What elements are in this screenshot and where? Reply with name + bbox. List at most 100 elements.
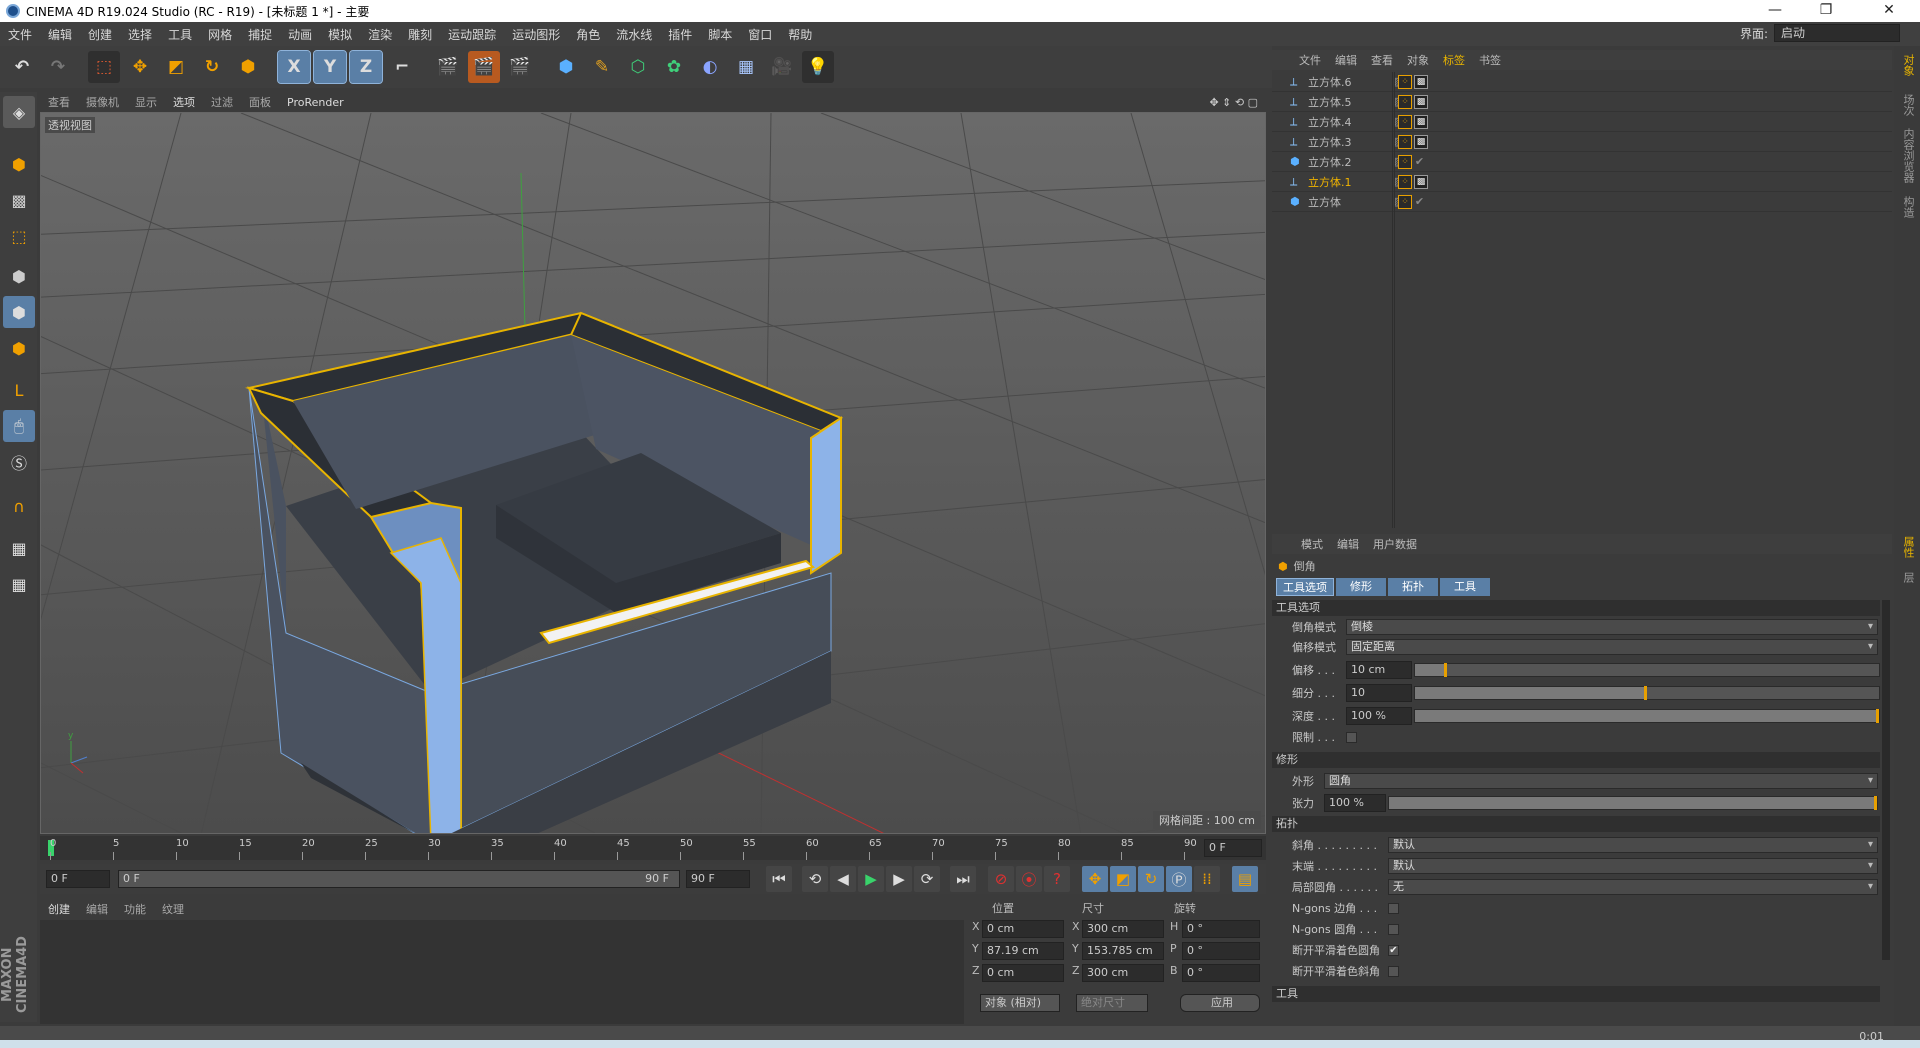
prev-key-icon[interactable]: ⟲ (802, 866, 828, 892)
rotate-icon[interactable]: ↻ (196, 51, 228, 83)
record-active-icon[interactable]: ⊘ (988, 866, 1014, 892)
move-icon[interactable]: ✥ (124, 51, 156, 83)
key-parameter-icon[interactable]: Ⓟ (1166, 866, 1192, 892)
coord-size-field[interactable]: 300 cm (1082, 920, 1164, 938)
subdivision-surface-icon[interactable]: ⬡ (622, 51, 654, 83)
menu-file[interactable]: 文件 (0, 26, 40, 43)
object-row[interactable]: ⟂立方体.5▨ ⁚⁘▩ (1272, 92, 1892, 112)
recent-tool-icon[interactable]: ⬢ (232, 51, 264, 83)
texture-tag-icon[interactable]: ▩ (1414, 74, 1428, 89)
menu-snap[interactable]: 捕捉 (240, 26, 280, 43)
object-name[interactable]: 立方体.3 (1308, 134, 1388, 150)
key-scale-icon[interactable]: ◩ (1110, 866, 1136, 892)
coord-position-field[interactable]: 0 cm (982, 920, 1064, 938)
maximize-button[interactable]: ❐ (1803, 0, 1849, 22)
viewport-menu-cameras[interactable]: 摄像机 (78, 94, 127, 110)
object-name[interactable]: 立方体 (1308, 194, 1388, 210)
material-tag-icon[interactable]: ⁘ (1398, 74, 1412, 89)
y-axis-lock-button[interactable]: Y (313, 50, 347, 84)
tab-objects[interactable]: 对象 (1898, 54, 1916, 76)
menu-pipeline[interactable]: 流水线 (608, 26, 660, 43)
objmenu-file[interactable]: 文件 (1292, 52, 1328, 68)
z-axis-lock-button[interactable]: Z (349, 50, 383, 84)
tension-slider[interactable] (1388, 796, 1878, 810)
coord-rotation-field[interactable]: 0 ° (1182, 942, 1260, 960)
play-icon[interactable]: ▶ (858, 866, 884, 892)
objmenu-tags[interactable]: 标签 (1436, 52, 1472, 68)
end-select[interactable]: 默认 (1388, 858, 1878, 874)
ngon-corner-checkbox[interactable] (1388, 902, 1399, 914)
tab-takes[interactable]: 场次 (1898, 94, 1916, 116)
menu-help[interactable]: 帮助 (780, 26, 820, 43)
menu-simulate[interactable]: 模拟 (320, 26, 360, 43)
render-picture-viewer-icon[interactable]: 🎬 (468, 51, 500, 83)
texture-tag-icon[interactable]: ▩ (1414, 174, 1428, 189)
attrmenu-userdata[interactable]: 用户数据 (1366, 536, 1424, 552)
material-menu-edit[interactable]: 编辑 (78, 901, 116, 917)
menu-window[interactable]: 窗口 (740, 26, 780, 43)
object-name[interactable]: 立方体.4 (1308, 114, 1388, 130)
tab-attributes[interactable]: 属性 (1898, 536, 1916, 558)
material-list[interactable] (40, 920, 964, 1024)
viewport-menu-panel[interactable]: 面板 (241, 94, 279, 110)
render-settings-icon[interactable]: 🎬 (504, 51, 536, 83)
objmenu-objects[interactable]: 对象 (1400, 52, 1436, 68)
material-tag-icon[interactable]: ⁘ (1398, 154, 1412, 169)
object-row[interactable]: ⟂立方体.4▨ ⁚⁘▩ (1272, 112, 1892, 132)
menu-edit[interactable]: 编辑 (40, 26, 80, 43)
object-name[interactable]: 立方体.2 (1308, 154, 1388, 170)
bevel-mode-select[interactable]: 倒棱 (1346, 619, 1878, 635)
material-tag-icon[interactable]: ⁘ (1398, 94, 1412, 109)
camera-icon[interactable]: 🎥 (766, 51, 798, 83)
objmenu-bookmarks[interactable]: 书签 (1472, 52, 1508, 68)
menu-mesh[interactable]: 网格 (200, 26, 240, 43)
tab-tool-options[interactable]: 工具选项 (1276, 578, 1334, 596)
cloner-icon[interactable]: ✿ (658, 51, 690, 83)
miter-select[interactable]: 默认 (1388, 837, 1878, 853)
coord-size-field[interactable]: 300 cm (1082, 964, 1164, 982)
coord-position-field[interactable]: 0 cm (982, 964, 1064, 982)
live-selection-icon[interactable]: ⬚ (88, 51, 120, 83)
texture-mode-icon[interactable]: ▩ (3, 184, 35, 216)
workplane-align-icon[interactable]: ▦ (3, 568, 35, 600)
attrmenu-edit[interactable]: 编辑 (1330, 536, 1366, 552)
deformer-icon[interactable]: ◐ (694, 51, 726, 83)
menu-tools[interactable]: 工具 (160, 26, 200, 43)
autokey-icon[interactable]: ⦿ (1016, 866, 1042, 892)
timeline[interactable]: 0 5 10 15 20 25 30 35 40 45 50 55 60 65 70 75 80 85 90 0 F (40, 836, 1266, 860)
coordinate-system-icon[interactable]: ⌐ (386, 51, 418, 83)
viewport-menu-view[interactable]: 查看 (40, 94, 78, 110)
prev-frame-icon[interactable]: ◀ (830, 866, 856, 892)
tab-shaping[interactable]: 修形 (1336, 578, 1386, 596)
close-button[interactable]: ✕ (1866, 0, 1912, 22)
break-phong-round-checkbox[interactable]: ✔ (1388, 944, 1399, 956)
viewport-menu-options[interactable]: 选项 (165, 94, 203, 110)
coord-position-field[interactable]: 87.19 cm (982, 942, 1064, 960)
model-mode-icon[interactable]: ⬢ (3, 148, 35, 180)
axis-mode-icon[interactable]: L (3, 374, 35, 406)
key-rotation-icon[interactable]: ↻ (1138, 866, 1164, 892)
texture-tag-icon[interactable]: ▩ (1414, 94, 1428, 109)
depth-slider[interactable] (1414, 709, 1880, 723)
redo-icon[interactable]: ↷ (42, 51, 74, 83)
key-pla-icon[interactable]: ⁞⁞ (1194, 866, 1220, 892)
shape-select[interactable]: 圆角 (1324, 773, 1878, 789)
material-tag-icon[interactable]: ⁘ (1398, 194, 1412, 209)
make-editable-icon[interactable]: ◈ (3, 96, 35, 128)
snap-icon[interactable]: ∩ (3, 490, 35, 522)
menu-plugins[interactable]: 插件 (660, 26, 700, 43)
frame-range-slider[interactable]: 0 F 90 F (118, 870, 680, 888)
material-menu-create[interactable]: 创建 (40, 901, 78, 917)
coord-rotation-field[interactable]: 0 ° (1182, 964, 1260, 982)
offset-mode-select[interactable]: 固定距离 (1346, 639, 1878, 655)
tweak-mode-icon[interactable]: 🖱 (3, 410, 35, 442)
material-menu-function[interactable]: 功能 (116, 901, 154, 917)
coord-rotation-field[interactable]: 0 ° (1182, 920, 1260, 938)
key-position-icon[interactable]: ✥ (1082, 866, 1108, 892)
menu-script[interactable]: 脚本 (700, 26, 740, 43)
material-tag-icon[interactable]: ⁘ (1398, 134, 1412, 149)
object-row[interactable]: ⟂立方体.1▨ ⁚⁘▩ (1272, 172, 1892, 192)
workplane-lock-icon[interactable]: ▦ (3, 532, 35, 564)
end-frame-field[interactable]: 90 F (686, 870, 750, 888)
perspective-viewport[interactable]: y 透视视图 网格间距 : 100 cm (40, 112, 1266, 834)
